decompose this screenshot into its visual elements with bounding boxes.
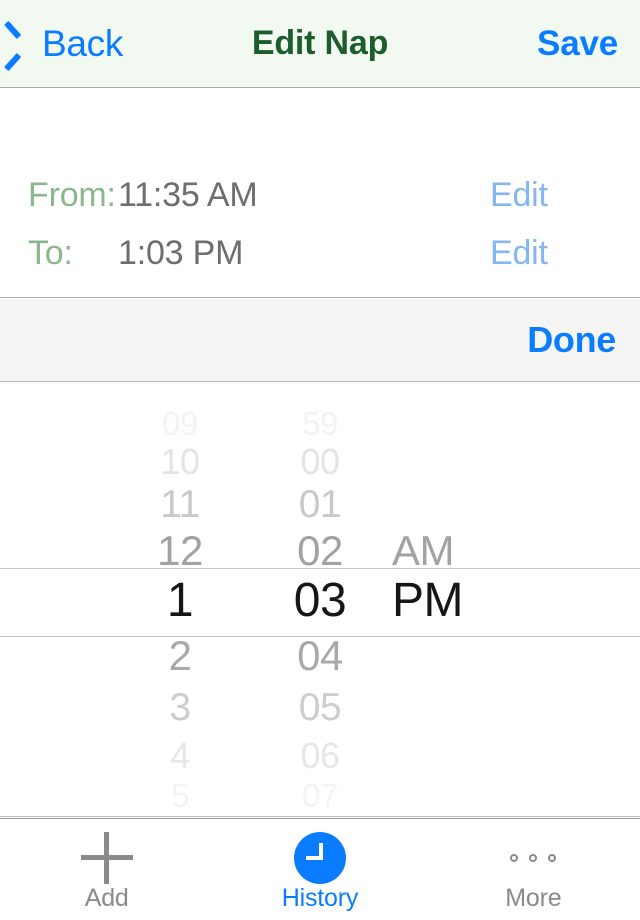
tab-more-label: More xyxy=(505,884,562,912)
tab-history-label: History xyxy=(281,884,359,912)
clock-icon xyxy=(290,832,350,884)
picker-item-minute[interactable]: 02 xyxy=(250,527,390,575)
picker-column-minute[interactable]: 59 00 01 02 03 04 05 06 07 xyxy=(250,383,390,816)
done-button[interactable]: Done xyxy=(527,299,616,381)
to-label: To: xyxy=(28,233,73,272)
picker-item-minute[interactable]: 06 xyxy=(250,735,390,777)
from-label: From: xyxy=(28,175,116,214)
save-button[interactable]: Save xyxy=(537,0,618,87)
ellipsis-icon xyxy=(503,833,563,883)
picker-item-hour-selected[interactable]: 1 xyxy=(110,573,250,628)
to-edit-button[interactable]: Edit xyxy=(490,234,640,273)
navigation-bar: Back Edit Nap Save xyxy=(0,0,640,88)
picker-item-minute[interactable]: 59 xyxy=(250,405,390,443)
to-value: 1:03 PM xyxy=(118,233,244,272)
to-row: To: 1:03 PM Edit xyxy=(0,224,640,282)
picker-item-hour[interactable]: 11 xyxy=(110,483,250,527)
picker-column-period[interactable]: AM PM xyxy=(378,383,548,816)
picker-item-period[interactable]: AM xyxy=(378,527,548,575)
picker-item-minute[interactable]: 05 xyxy=(250,686,390,730)
tab-more[interactable]: More xyxy=(427,819,640,920)
plus-icon xyxy=(77,832,137,884)
tab-bar: Add History More xyxy=(0,818,640,920)
tab-add-label: Add xyxy=(84,884,129,912)
picker-item-hour[interactable]: 10 xyxy=(110,441,250,483)
from-edit-button[interactable]: Edit xyxy=(490,176,640,215)
from-value: 11:35 AM xyxy=(118,175,258,214)
from-row: From: 11:35 AM Edit xyxy=(0,166,640,224)
picker-item-hour[interactable]: 2 xyxy=(110,632,250,680)
picker-item-period-selected[interactable]: PM xyxy=(378,573,548,628)
picker-item-minute[interactable]: 00 xyxy=(250,441,390,483)
picker-item-minute-selected[interactable]: 03 xyxy=(250,573,390,628)
tab-history[interactable]: History xyxy=(213,819,426,920)
picker-item-hour[interactable]: 12 xyxy=(110,527,250,575)
time-range-section: From: 11:35 AM Edit To: 1:03 PM Edit xyxy=(0,88,640,298)
picker-item-minute[interactable]: 07 xyxy=(250,777,390,815)
picker-item-minute[interactable]: 04 xyxy=(250,632,390,680)
picker-item-minute[interactable]: 01 xyxy=(250,483,390,527)
picker-toolbar: Done xyxy=(0,299,640,382)
picker-column-hour[interactable]: 09 10 11 12 1 2 3 4 5 xyxy=(110,383,250,816)
picker-item-hour[interactable]: 09 xyxy=(110,405,250,443)
picker-item-hour[interactable]: 5 xyxy=(110,777,250,815)
picker-item-hour[interactable]: 3 xyxy=(110,686,250,730)
app-screen: Back Edit Nap Save From: 11:35 AM Edit T… xyxy=(0,0,640,920)
tab-add[interactable]: Add xyxy=(0,819,213,920)
picker-item-hour[interactable]: 4 xyxy=(110,735,250,777)
time-picker[interactable]: 09 10 11 12 1 2 3 4 5 59 00 01 02 03 04 … xyxy=(0,383,640,817)
